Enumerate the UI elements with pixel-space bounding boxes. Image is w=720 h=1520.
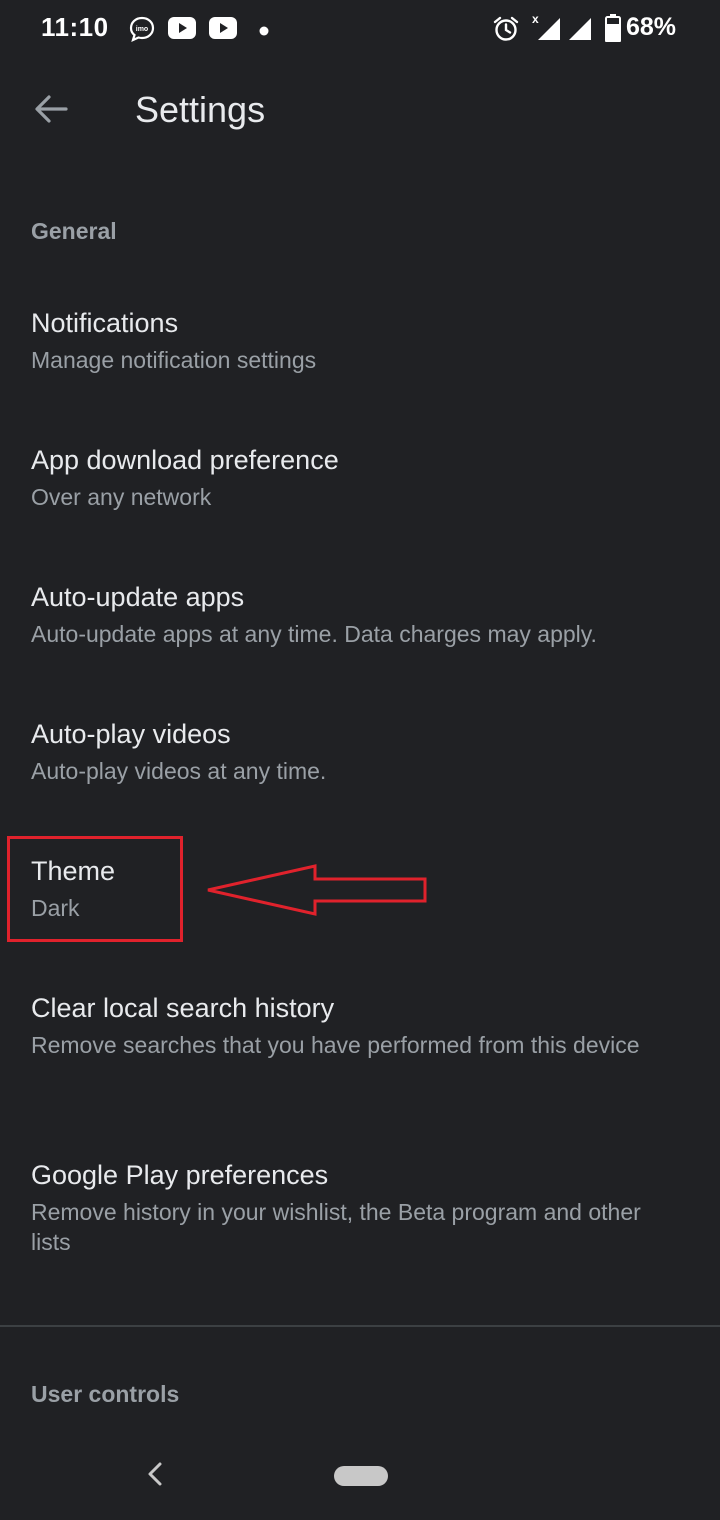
nav-back-icon[interactable] xyxy=(140,1458,170,1495)
setting-title: Auto-update apps xyxy=(31,582,245,612)
settings-screen: 11:10 imo x 68% Settings General Notific… xyxy=(0,0,720,1520)
app-bar: Settings xyxy=(0,58,720,168)
setting-title: Auto-play videos xyxy=(31,719,231,749)
svg-text:x: x xyxy=(532,12,539,26)
setting-subtitle: Manage notification settings xyxy=(31,347,317,373)
arrow-back-icon xyxy=(35,95,68,123)
navigation-bar xyxy=(0,1430,720,1520)
setting-subtitle: Remove history in your wishlist, the Bet… xyxy=(31,1199,641,1255)
svg-text:imo: imo xyxy=(136,26,148,33)
setting-google-play-preferences[interactable]: Google Play preferences Remove history i… xyxy=(0,1158,720,1257)
setting-auto-update-apps[interactable]: Auto-update apps Auto-update apps at any… xyxy=(0,580,720,649)
nav-home-pill[interactable] xyxy=(334,1466,388,1486)
setting-app-download-preference[interactable]: App download preference Over any network xyxy=(0,443,720,512)
setting-title: Notifications xyxy=(31,308,179,338)
dot-icon xyxy=(259,23,269,41)
alarm-icon xyxy=(492,15,520,48)
setting-clear-local-search-history[interactable]: Clear local search history Remove search… xyxy=(0,991,720,1060)
setting-subtitle: Over any network xyxy=(31,484,212,510)
youtube-icon xyxy=(168,17,196,44)
setting-title: App download preference xyxy=(31,445,339,475)
signal-icon xyxy=(566,18,592,47)
annotation-highlight-box xyxy=(7,836,183,942)
back-button[interactable] xyxy=(26,84,76,134)
battery-percentage: 68% xyxy=(626,13,677,41)
setting-auto-play-videos[interactable]: Auto-play videos Auto-play videos at any… xyxy=(0,717,720,786)
setting-title: Clear local search history xyxy=(31,993,335,1023)
section-header-general: General xyxy=(31,218,117,244)
section-header-user-controls: User controls xyxy=(31,1381,180,1407)
setting-subtitle: Remove searches that you have performed … xyxy=(31,1032,640,1058)
youtube-icon xyxy=(209,17,237,44)
setting-notifications[interactable]: Notifications Manage notification settin… xyxy=(0,306,720,375)
status-time: 11:10 xyxy=(41,12,109,42)
setting-subtitle: Auto-play videos at any time. xyxy=(31,758,327,784)
battery-icon xyxy=(605,14,621,47)
imo-icon: imo xyxy=(129,16,155,47)
annotation-arrow-icon xyxy=(207,864,427,916)
signal-icon: x xyxy=(530,12,562,47)
status-bar: 11:10 imo x 68% xyxy=(0,0,720,58)
setting-subtitle: Auto-update apps at any time. Data charg… xyxy=(31,621,597,647)
setting-title: Google Play preferences xyxy=(31,1160,329,1190)
page-title: Settings xyxy=(135,89,266,130)
section-divider xyxy=(0,1325,720,1327)
